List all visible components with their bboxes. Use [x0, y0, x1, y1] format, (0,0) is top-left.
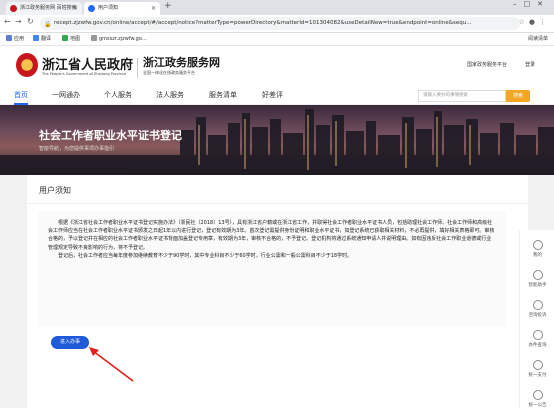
browser-tab-notice[interactable]: 用户须知 ✕ [84, 2, 160, 15]
sidebar-item-consult[interactable]: 咨询投诉 [520, 300, 554, 318]
national-platform-link[interactable]: 国家政务服务平台 [467, 61, 507, 68]
back-arrow-icon[interactable]: ← [4, 17, 11, 26]
sidebar-item-mine[interactable]: 我的 [520, 240, 554, 258]
sidebar-item-query[interactable]: 办件查询 [520, 330, 554, 348]
document-search-icon [532, 330, 543, 340]
close-tab-icon[interactable]: ✕ [151, 2, 156, 15]
national-emblem-icon [16, 53, 38, 77]
bookmark-translate[interactable]: 翻译 [33, 33, 51, 46]
bookmark-apps[interactable]: 应用 [6, 33, 24, 46]
reading-list[interactable]: 阅读清单 [528, 33, 548, 46]
service-subtitle: 全国一体化在线政务服务平台 [143, 70, 195, 75]
search-input[interactable]: 请输入要办的事情搜索 [418, 90, 506, 102]
user-icon [532, 240, 543, 250]
bookmarks-bar: 应用 翻译 地图 gmsszr.zjzwfw.go... 阅读清单 [0, 33, 554, 46]
reload-icon[interactable]: ↻ [27, 17, 34, 26]
globe-icon [91, 35, 97, 41]
notice-paragraph: 根据《浙江省社会工作者职业水平证书登记实施办法》（浙民社〔2018〕13号），具… [48, 220, 495, 251]
notice-paragraph: 登记后，社会工作者应当每年度参加继续教育不少于90学时，其中专业科目不少于60学… [58, 252, 353, 259]
window-controls[interactable]: –□✕ [513, 0, 550, 8]
nav-service-list[interactable]: 服务清单 [209, 88, 237, 105]
tab-favicon-icon [10, 5, 17, 12]
login-link[interactable]: 登录 [525, 61, 535, 68]
apps-icon [6, 35, 12, 41]
service-name[interactable]: 浙江政务服务网 [143, 54, 220, 70]
search-button[interactable]: 搜索 [506, 90, 530, 102]
address-bar-row: ← → ↻ recept.zjzwfw.gov.cn/online/accept… [0, 15, 554, 33]
enter-service-button[interactable]: 进入办事 [51, 336, 89, 349]
nav-home[interactable]: 首页 [14, 88, 28, 105]
new-tab-button[interactable]: + [164, 1, 172, 11]
section-divider [27, 203, 528, 204]
lock-icon[interactable]: 🔒 [44, 21, 51, 28]
nav-review[interactable]: 好差评 [262, 88, 283, 105]
main-content: 用户须知 根据《浙江省社会工作者职业水平证书登记实施办法》（浙民社〔2018〕1… [27, 175, 528, 408]
tab-label: 浙江政务服务网 百姓搜索 [20, 5, 77, 11]
sidebar-item-assistant[interactable]: 智能助手 [520, 270, 554, 288]
close-tab-icon[interactable]: ✕ [73, 2, 78, 15]
translate-icon [33, 35, 39, 41]
browser-tab-search[interactable]: 浙江政务服务网 百姓搜索 ✕ [6, 2, 82, 15]
site-header: 浙江省人民政府 The People's Government of Zheji… [0, 46, 554, 88]
nav-corporate[interactable]: 法人服务 [156, 88, 184, 105]
forward-arrow-icon[interactable]: → [15, 17, 22, 26]
banner-subtitle: 智能导航，为您提供事项办事指引 [39, 146, 115, 152]
notice-box: 根据《浙江省社会工作者职业水平证书登记实施办法》（浙民社〔2018〕13号），具… [38, 211, 506, 326]
payment-icon [532, 360, 543, 370]
bookmark-maps[interactable]: 地图 [62, 33, 80, 46]
bookmark-site[interactable]: gmsszr.zjzwfw.go... [91, 33, 147, 46]
tab-favicon-icon [88, 5, 95, 12]
map-icon [62, 35, 68, 41]
gov-name-en: The People's Government of Zhejiang Prov… [42, 72, 127, 76]
nav-one-stop[interactable]: 一网通办 [52, 88, 80, 105]
sidebar-item-notice[interactable]: 统一公告 [520, 390, 554, 408]
browser-action-icons[interactable]: ☆●⋮ [519, 18, 550, 26]
tab-label: 用户须知 [98, 5, 119, 11]
gov-name[interactable]: 浙江省人民政府 [42, 54, 133, 73]
annotation-arrow-icon [89, 347, 134, 382]
banner-title: 社会工作者职业水平证书登记 [39, 129, 182, 142]
nav-personal[interactable]: 个人服务 [104, 88, 132, 105]
section-title: 用户须知 [39, 186, 71, 195]
header-divider [137, 58, 138, 78]
robot-icon [532, 270, 543, 280]
sidebar-item-payment[interactable]: 统一支付 [520, 360, 554, 378]
url-field[interactable]: recept.zjzwfw.gov.cn/online/accept/#/acc… [40, 17, 520, 30]
banner: 社会工作者职业水平证书登记 智能导航，为您提供事项办事指引 [0, 105, 554, 175]
chat-icon [532, 300, 543, 310]
main-nav: 首页 一网通办 个人服务 法人服务 服务清单 好差评 请输入要办的事情搜索 搜索 [0, 88, 554, 105]
browser-tab-bar: 浙江政务服务网 百姓搜索 ✕ 用户须知 ✕ + –□✕ [0, 0, 554, 15]
announcement-icon [532, 390, 543, 400]
right-sidebar: 我的 智能助手 咨询投诉 办件查询 统一支付 统一公告 [519, 230, 554, 408]
